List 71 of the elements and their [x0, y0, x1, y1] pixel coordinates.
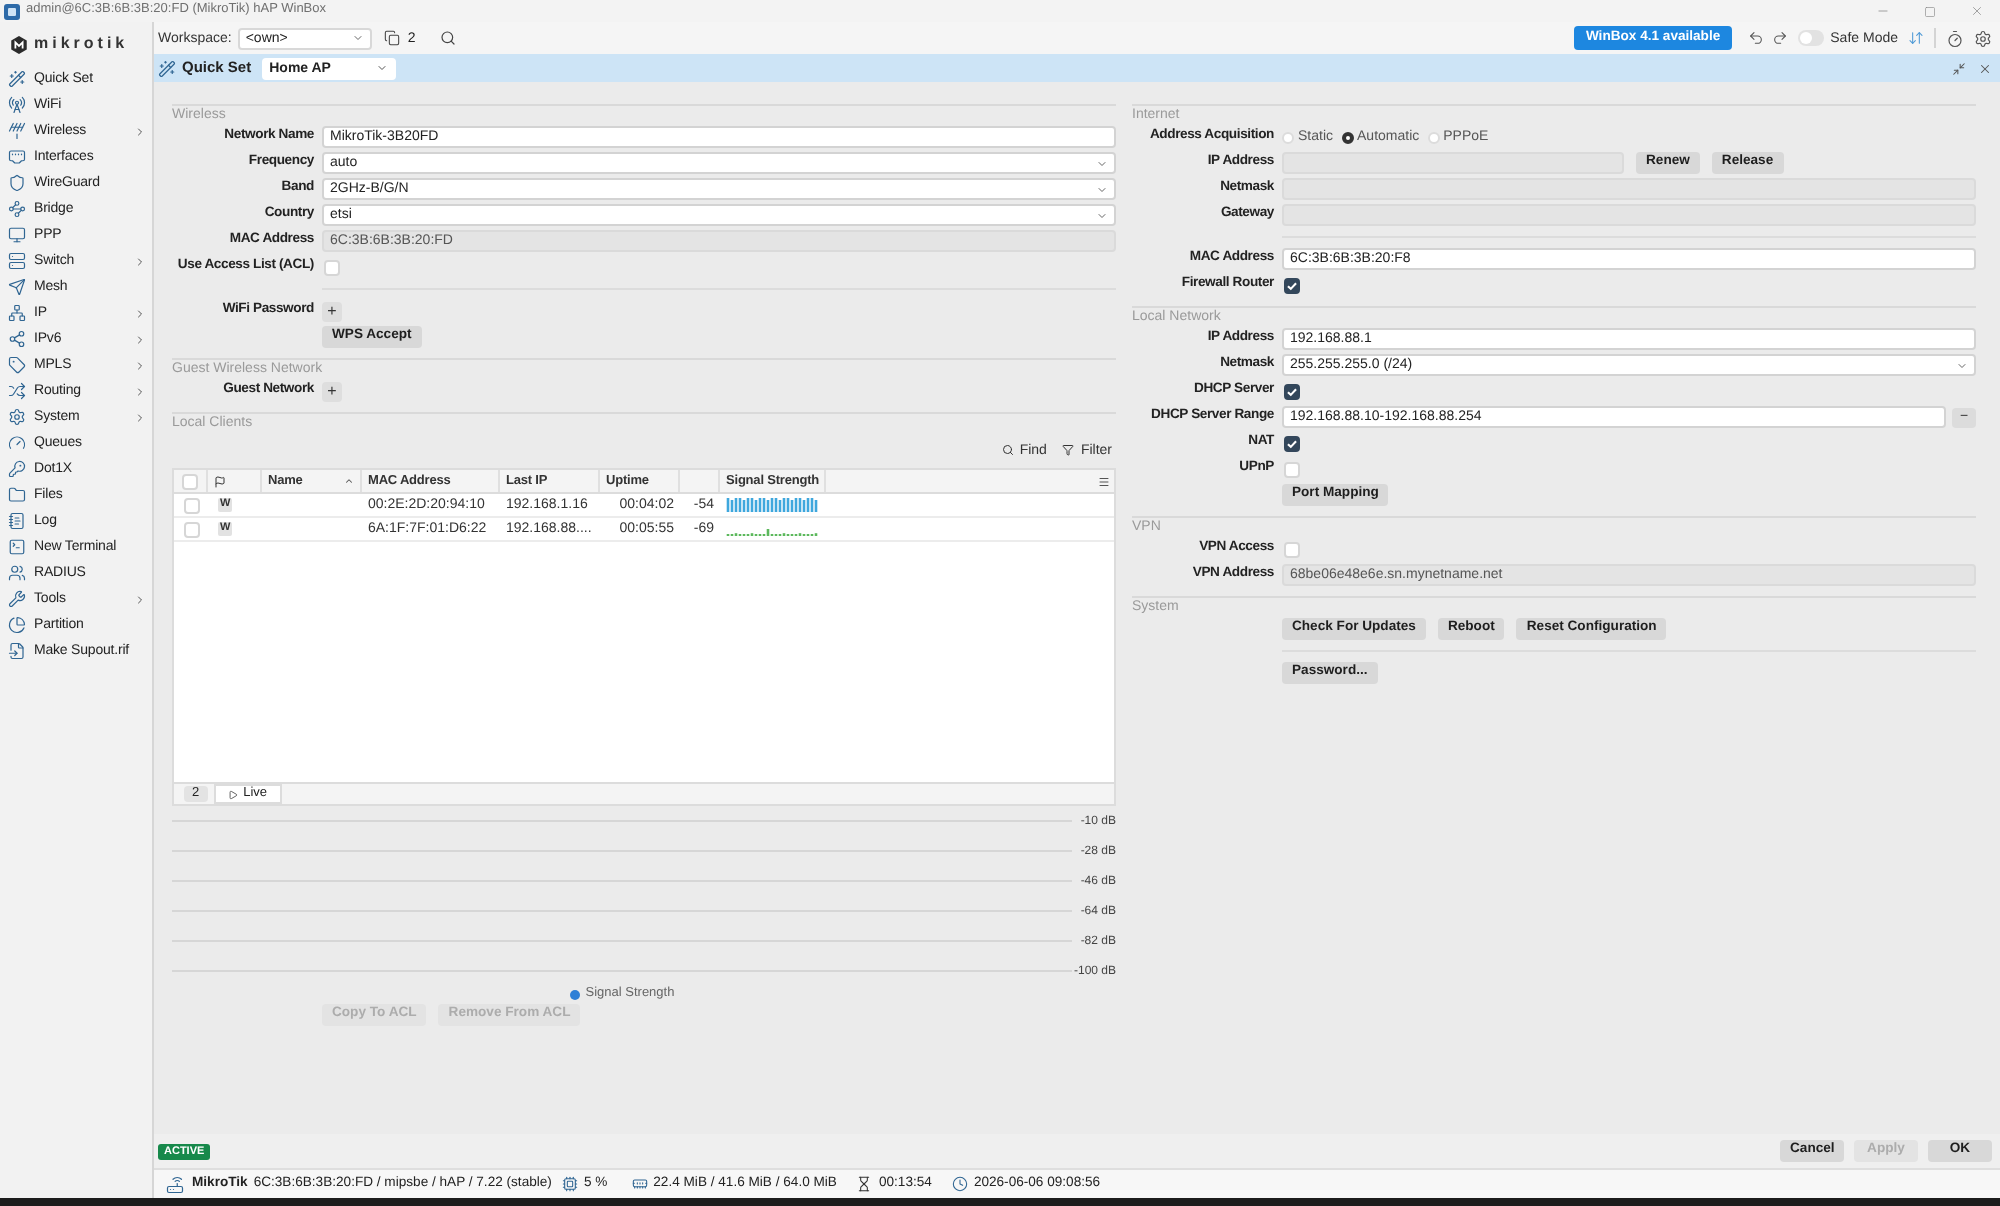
menu-icon[interactable]: [1098, 475, 1110, 487]
notebook-icon: [8, 512, 26, 530]
router-icon: [166, 1175, 184, 1193]
chevron-right-icon: [134, 307, 146, 319]
play-icon: [227, 789, 238, 799]
chevron-right-icon: [134, 125, 146, 137]
shrink-arrows-icon[interactable]: [1952, 61, 1966, 75]
hourglass-icon: [856, 1176, 873, 1192]
shield-icon: [8, 174, 26, 192]
monitor-icon: [8, 226, 26, 244]
terminal-icon: [8, 538, 26, 556]
undo-icon[interactable]: [1748, 30, 1765, 46]
maximize-icon[interactable]: [1924, 5, 1936, 17]
memory-icon: [631, 1176, 648, 1192]
chevron-right-icon: [134, 255, 146, 267]
antenna-icon: [8, 122, 26, 140]
filter-icon: [1062, 444, 1075, 456]
chevron-right-icon: [134, 593, 146, 605]
chevron-right-icon: [134, 385, 146, 397]
sort-caret-icon: [344, 476, 354, 486]
magic-wand-icon: [158, 59, 176, 77]
key-icon: [8, 460, 26, 478]
app-icon: [4, 3, 20, 19]
add-button[interactable]: +: [322, 301, 342, 321]
magic-wand-icon: [8, 70, 26, 88]
share-nodes-icon: [8, 330, 26, 348]
logo-text: mikrotik: [34, 36, 129, 52]
caret-icon: [1096, 157, 1108, 169]
file-arrow-icon: [8, 642, 26, 660]
waypoints-icon: [8, 200, 26, 218]
search-icon[interactable]: [439, 30, 456, 46]
caret-icon: [1096, 209, 1108, 221]
cpu-icon: [561, 1176, 578, 1192]
close-icon[interactable]: [1978, 61, 1992, 75]
swap-arrows-icon[interactable]: [1908, 30, 1924, 46]
search-icon: [1001, 444, 1014, 456]
toggle-switch[interactable]: [1798, 30, 1825, 46]
stacked-windows-icon[interactable]: [383, 30, 400, 46]
network-icon: [8, 304, 26, 322]
caret-icon: [1096, 183, 1108, 195]
add-button[interactable]: +: [322, 381, 342, 401]
close-icon[interactable]: [1970, 4, 1984, 18]
settings-icon[interactable]: [1974, 29, 1992, 47]
tag-icon: [8, 356, 26, 374]
paper-plane-icon: [8, 278, 26, 296]
clock-icon: [951, 1176, 968, 1192]
shuffle-icon: [8, 382, 26, 400]
folder-icon: [8, 486, 26, 504]
pie-chart-icon: [8, 616, 26, 634]
wrench-icon: [8, 590, 26, 608]
timer-icon[interactable]: [1946, 29, 1964, 47]
ethernet-port-icon: [8, 148, 26, 166]
users-icon: [8, 564, 26, 582]
server-icon: [8, 252, 26, 270]
checkbox[interactable]: [1284, 383, 1300, 399]
redo-icon[interactable]: [1772, 30, 1789, 46]
radio-tower-icon: [8, 96, 26, 114]
caret-icon: [1956, 359, 1968, 371]
radio-button[interactable]: [1341, 131, 1354, 143]
chevron-right-icon: [134, 411, 146, 423]
checkbox[interactable]: [1284, 277, 1300, 293]
minimize-icon[interactable]: [1876, 4, 1890, 18]
chevron-right-icon: [134, 359, 146, 371]
flag-icon: [214, 475, 226, 487]
checkbox[interactable]: [1284, 435, 1300, 451]
caret-icon: [351, 32, 364, 44]
caret-icon: [375, 62, 388, 74]
logo-mark-icon: [10, 35, 28, 53]
settings-icon: [8, 408, 26, 426]
chevron-right-icon: [134, 333, 146, 345]
gauge-icon: [8, 434, 26, 452]
